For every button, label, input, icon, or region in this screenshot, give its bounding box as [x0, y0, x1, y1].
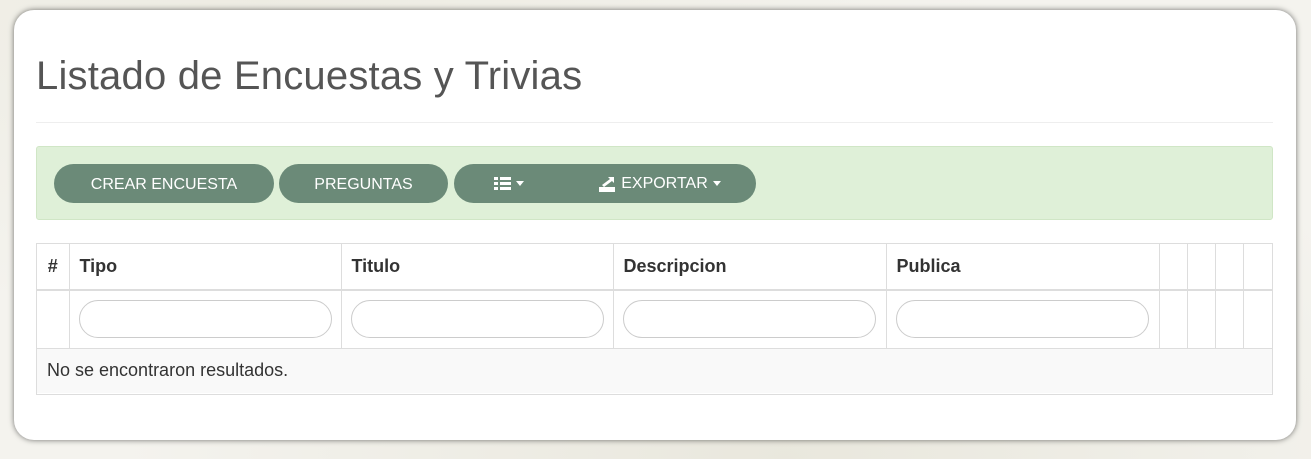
column-header-descripcion[interactable]: Descripcion [613, 244, 887, 291]
page-title: Listado de Encuestas y Trivias [36, 54, 583, 98]
exportar-label: EXPORTAR [621, 174, 708, 192]
filter-cell-action [1187, 290, 1216, 349]
filter-cell-tipo [69, 290, 342, 349]
chevron-down-icon [712, 181, 721, 186]
crear-encuesta-button[interactable]: CREAR ENCUESTA [54, 164, 274, 203]
titulo-filter-input[interactable] [350, 300, 604, 339]
tipo-filter-input[interactable] [78, 300, 332, 339]
filter-row [37, 290, 1272, 349]
filter-cell-action [1159, 290, 1188, 349]
list-icon [494, 176, 511, 191]
filter-cell-publica [886, 290, 1160, 349]
columns-toggle-button[interactable] [454, 164, 564, 203]
export-icon [599, 176, 616, 192]
column-header-tipo[interactable]: Tipo [69, 244, 342, 291]
filter-cell-action [1243, 290, 1272, 349]
filter-cell-number [37, 290, 70, 349]
results-table: # Tipo Titulo Descripcion Publica No se … [37, 244, 1272, 393]
export-button-group: EXPORTAR [454, 164, 756, 203]
empty-results-message: No se encontraron resultados. [37, 348, 1272, 393]
column-header-action [1159, 244, 1188, 291]
column-header-action [1187, 244, 1216, 291]
chevron-down-icon [516, 181, 524, 186]
title-divider [36, 122, 1273, 123]
exportar-button[interactable]: EXPORTAR [564, 164, 756, 203]
publica-filter-input[interactable] [895, 300, 1149, 339]
table-header-row: # Tipo Titulo Descripcion Publica [37, 244, 1272, 291]
content-card: Listado de Encuestas y Trivias CREAR ENC… [14, 10, 1296, 440]
column-header-titulo[interactable]: Titulo [341, 244, 614, 291]
empty-results-row: No se encontraron resultados. [37, 348, 1272, 393]
filter-cell-titulo [341, 290, 614, 349]
preguntas-button[interactable]: PREGUNTAS [279, 164, 448, 203]
filter-cell-descripcion [613, 290, 887, 349]
column-header-action [1215, 244, 1244, 291]
column-header-publica[interactable]: Publica [886, 244, 1160, 291]
column-header-action [1243, 244, 1272, 291]
filter-cell-action [1215, 290, 1244, 349]
column-header-number: # [37, 244, 70, 291]
results-grid: # Tipo Titulo Descripcion Publica No se … [36, 243, 1273, 395]
toolbar: CREAR ENCUESTA PREGUNTAS EXPORTAR [36, 146, 1273, 220]
descripcion-filter-input[interactable] [622, 300, 876, 339]
